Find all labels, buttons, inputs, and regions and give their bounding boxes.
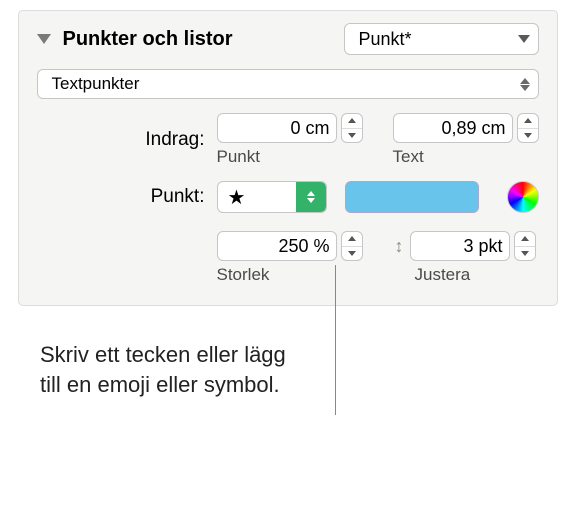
bullet-symbol-trigger[interactable] (296, 182, 326, 212)
indent-label: Indrag: (37, 129, 217, 151)
text-indent-stepper[interactable] (517, 113, 539, 143)
indent-row: Indrag: Punkt (37, 113, 539, 167)
text-indent-field[interactable] (394, 118, 512, 139)
size-align-row: Storlek ↕ Justera (37, 231, 539, 285)
align-sublabel: Justera (415, 265, 536, 285)
chevron-down-icon[interactable] (37, 34, 51, 44)
bullet-row: Punkt: ★ (37, 181, 539, 213)
size-field[interactable] (218, 236, 336, 257)
chevron-down-icon (518, 35, 530, 43)
updown-icon (520, 78, 530, 91)
vertical-align-icon: ↕ (395, 236, 404, 257)
list-style-value: Punkt* (359, 29, 412, 50)
size-sublabel: Storlek (217, 265, 363, 285)
color-wheel-icon[interactable] (507, 181, 539, 213)
caption: Skriv ett tecken eller lägg till en emoj… (40, 340, 420, 399)
section-title: Punkter och listor (63, 28, 334, 51)
bullets-panel: Punkter och listor Punkt* Textpunkter In… (18, 10, 558, 306)
bullet-indent-sublabel: Punkt (217, 147, 363, 167)
align-field[interactable] (411, 236, 509, 257)
bullet-type-value: Textpunkter (52, 74, 140, 94)
bullet-color-swatch[interactable] (345, 181, 479, 213)
text-indent-sublabel: Text (393, 147, 539, 167)
bullet-label: Punkt: (37, 186, 217, 208)
bullet-symbol: ★ (218, 185, 296, 210)
bullet-symbol-popup[interactable]: ★ (217, 181, 327, 213)
align-stepper[interactable] (514, 231, 536, 261)
bullet-indent-stepper[interactable] (341, 113, 363, 143)
list-style-popup[interactable]: Punkt* (344, 23, 539, 55)
size-stepper[interactable] (341, 231, 363, 261)
section-header: Punkter och listor Punkt* (37, 23, 539, 55)
bullet-indent-field[interactable] (218, 118, 336, 139)
bullet-type-popup[interactable]: Textpunkter (37, 69, 539, 99)
